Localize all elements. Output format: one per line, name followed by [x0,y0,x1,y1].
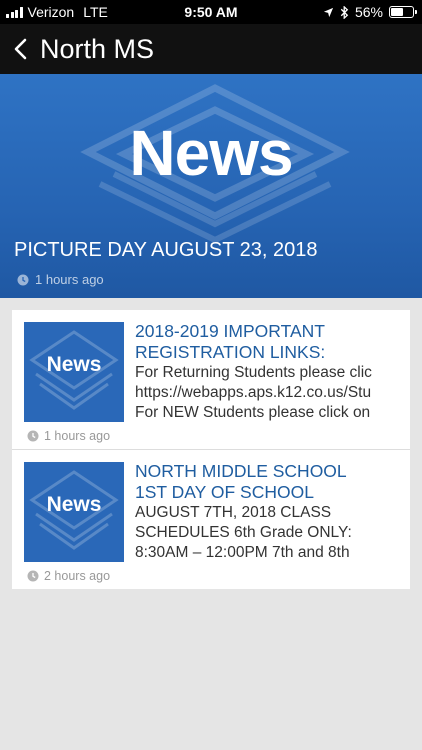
news-time-label: 1 hours ago [44,429,111,443]
page-title: North MS [40,33,155,64]
news-title-line: REGISTRATION LINKS: [135,342,326,362]
thumbnail-word: News [46,353,102,376]
location-arrow-icon [323,7,334,17]
hero-timestamp: 1 hours ago [17,272,104,287]
news-list-item[interactable]: News NORTH MIDDLE SCHOOL 1ST DAY OF SCHO… [12,450,410,589]
chevron-left-icon [14,38,27,60]
news-body-line: For Returning Students please clic [135,364,372,381]
news-body-line: 8:30AM – 12:00PM 7th and 8th [135,544,350,561]
bluetooth-icon [340,5,349,19]
news-thumbnail: News [24,322,124,422]
battery-percent: 56% [354,4,383,20]
news-title-line: 1ST DAY OF SCHOOL [135,482,314,502]
news-timestamp: 1 hours ago [27,429,110,443]
featured-news-item[interactable]: News PICTURE DAY AUGUST 23, 2018 1 hours… [0,74,422,298]
hero-image-word: News [129,117,293,189]
news-title-line: 2018-2019 IMPORTANT [135,321,325,341]
news-body-line: AUGUST 7TH, 2018 CLASS [135,504,332,521]
news-list: News 2018-2019 IMPORTANT REGISTRATION LI… [12,310,410,589]
news-title-line: NORTH MIDDLE SCHOOL [135,461,347,481]
battery-icon [389,6,417,18]
status-right: 56% [323,4,417,20]
battery-level [391,8,403,16]
news-body-line: SCHEDULES 6th Grade ONLY: [135,524,352,541]
clock-icon [27,430,39,442]
hero-title: PICTURE DAY AUGUST 23, 2018 [14,239,318,261]
thumbnail-word: News [46,493,102,516]
navigation-bar: North MS [0,24,422,74]
news-body-line: https://webapps.aps.k12.co.us/Stu [135,384,372,401]
clock-icon [27,570,39,582]
clock-icon [17,274,29,285]
hero-time-label: 1 hours ago [35,272,104,287]
news-list-item[interactable]: News 2018-2019 IMPORTANT REGISTRATION LI… [12,310,410,450]
news-thumbnail: News [24,462,124,562]
news-text: NORTH MIDDLE SCHOOL 1ST DAY OF SCHOOL AU… [135,461,403,563]
status-bar: Verizon LTE 9:50 AM 56% [0,0,422,24]
news-time-label: 2 hours ago [44,569,111,583]
news-timestamp: 2 hours ago [27,569,110,583]
news-body-line: For NEW Students please click on [135,404,371,421]
back-button[interactable] [4,24,36,74]
news-text: 2018-2019 IMPORTANT REGISTRATION LINKS: … [135,321,403,423]
